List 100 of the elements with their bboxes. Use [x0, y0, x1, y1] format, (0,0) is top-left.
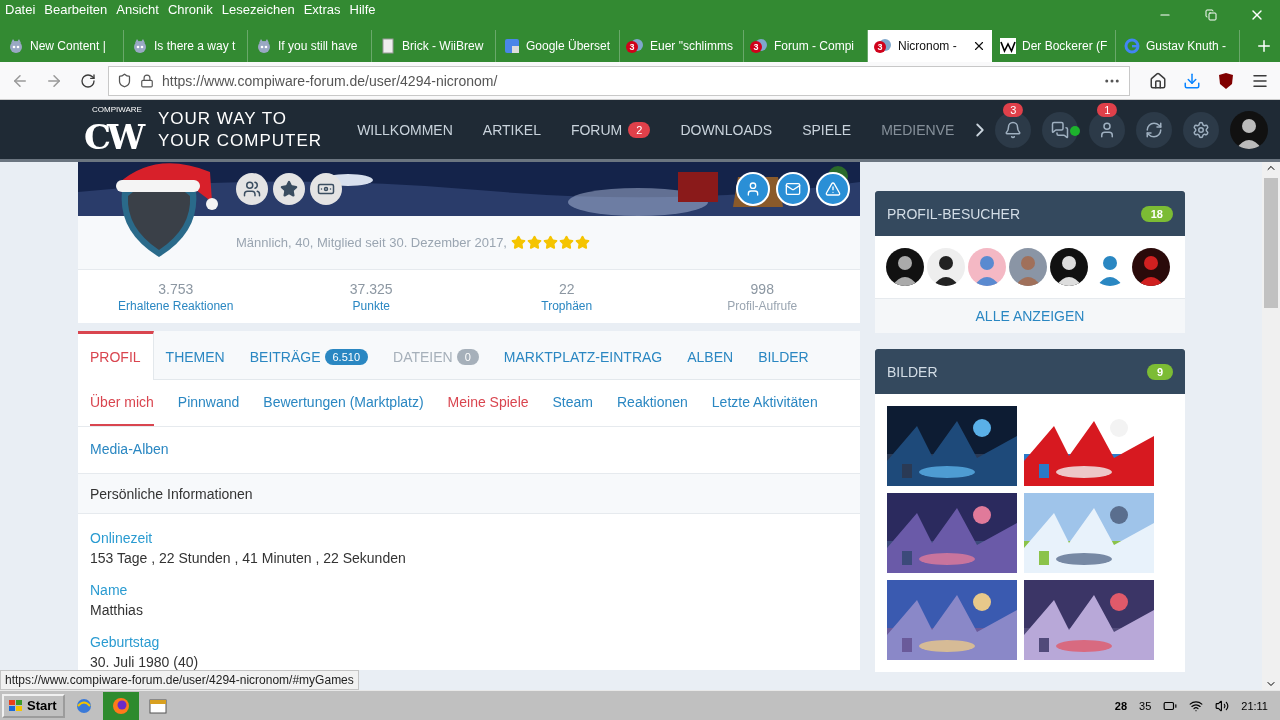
close-icon[interactable]: [972, 39, 986, 53]
nav-link[interactable]: MEDIENVE: [866, 121, 970, 138]
lock-icon: [140, 73, 154, 88]
nav-link[interactable]: SPIELE: [787, 121, 867, 138]
scrollbar-thumb[interactable]: [1264, 178, 1278, 308]
field-value: 30. Juli 1980 (40): [90, 654, 200, 670]
sub-tab[interactable]: Reaktionen: [617, 380, 688, 426]
sub-tab[interactable]: Bewertungen (Marktplatz): [263, 380, 424, 426]
url-text: https://www.compiware-forum.de/user/4294-nicronom/: [162, 72, 498, 89]
tagline: YOUR WAY TO: [158, 107, 289, 130]
wikipedia-icon: [1000, 38, 1016, 54]
refresh-button[interactable]: [1136, 111, 1173, 148]
star-icon: [511, 235, 526, 250]
sub-tab[interactable]: Letzte Aktivitäten: [711, 380, 818, 426]
settings-icon: [1192, 120, 1211, 139]
tab-badge: 3: [874, 41, 886, 53]
sub-tab[interactable]: Meine Spiele: [447, 380, 529, 426]
profile-tab[interactable]: ALBEN: [675, 331, 747, 379]
stat-value: 22: [558, 280, 575, 297]
avatar: [1132, 248, 1170, 286]
menu-item[interactable]: Chronik: [162, 0, 217, 17]
profile-tab[interactable]: THEMEN: [153, 331, 238, 379]
volume-icon: [1215, 698, 1230, 713]
tab-badge: 3: [626, 41, 638, 53]
avatar[interactable]: [1230, 110, 1269, 149]
download-icon: [1183, 71, 1201, 90]
user-icon: [745, 181, 761, 197]
bell-icon: [1004, 120, 1023, 139]
field-value: Matthias: [90, 602, 144, 618]
stat-value: 37.325: [349, 280, 393, 297]
windows-icon: [8, 698, 24, 713]
nav-link[interactable]: FORUM 2: [555, 121, 666, 138]
sub-tab[interactable]: Pinnwand: [177, 380, 240, 426]
tab-title: Gustav Knuth -: [1146, 39, 1228, 53]
status-url: https://www.compiware-forum.de/user/4294-nicronom/#myGames: [0, 670, 359, 690]
profile-tab[interactable]: MARKTPLATZ-EINTRAG: [491, 331, 676, 379]
refresh-icon: [1145, 120, 1164, 139]
menu-item[interactable]: Lesezeichen: [216, 0, 299, 17]
stat-link[interactable]: Trophäen: [541, 298, 593, 313]
tab-title: Euer "schlimms: [650, 39, 734, 53]
field-label: Onlinezeit: [90, 530, 154, 546]
tray-text: 35: [1139, 699, 1152, 712]
section-title: Persönliche Informationen: [78, 474, 860, 514]
count-badge: 18: [1140, 205, 1173, 222]
tagline: YOUR COMPUTER: [158, 129, 323, 152]
star-icon: [280, 180, 298, 198]
browser-tab[interactable]: 3 Nicronom -: [868, 30, 992, 62]
nav-link[interactable]: ARTIKEL: [467, 121, 556, 138]
avatar: [1050, 248, 1088, 286]
star-icon: [527, 235, 542, 250]
shield-icon: [117, 73, 132, 88]
sub-tab[interactable]: Steam: [552, 380, 593, 426]
member-info: Männlich, 40, Mitglied seit 30. Dezember 2017,: [236, 235, 507, 250]
chat-button[interactable]: [1042, 111, 1079, 148]
tab-title: Brick - WiiBrew: [402, 39, 485, 53]
scrollbar[interactable]: [1262, 162, 1280, 690]
count-badge: 2: [628, 121, 651, 138]
warning-icon: [825, 181, 841, 197]
menu-item[interactable]: Extras: [298, 0, 345, 17]
shield-icon: [1218, 71, 1234, 90]
reload-icon: [80, 72, 96, 89]
avatar: [927, 248, 965, 286]
tray-text: 28: [1114, 699, 1128, 712]
sub-tab[interactable]: Media-Alben: [90, 427, 169, 473]
menu-item[interactable]: Ansicht: [111, 0, 163, 17]
cat-icon: [132, 38, 148, 54]
tab-title: Is there a way t: [154, 39, 237, 53]
menu-item[interactable]: Bearbeiten: [39, 0, 112, 17]
tab-title: Nicronom -: [898, 39, 958, 53]
count-badge: 9: [1146, 363, 1173, 380]
avatar: [1009, 248, 1047, 286]
google-icon: [1124, 38, 1140, 54]
logo-caption: COMPIWARE: [92, 104, 142, 114]
tab-title: Google Überset: [526, 39, 612, 53]
avatar: [886, 248, 924, 286]
nav-link[interactable]: WILLKOMMEN: [342, 121, 468, 138]
nav-link[interactable]: DOWNLOADS: [665, 121, 788, 138]
profile-tab[interactable]: BEITRÄGE 6.510: [237, 331, 382, 379]
translate-icon: [504, 38, 520, 54]
panel-title: PROFIL-BESUCHER: [887, 205, 1021, 222]
wifi-icon: [1189, 698, 1204, 713]
sub-tab[interactable]: Über mich: [90, 380, 154, 426]
show-all-link[interactable]: ALLE ANZEIGEN: [875, 298, 1185, 333]
restore-icon: [1205, 9, 1217, 21]
menu-item[interactable]: Hilfe: [344, 0, 380, 17]
stat-link[interactable]: Punkte: [352, 298, 390, 313]
stat-link[interactable]: Erhaltene Reaktionen: [118, 298, 234, 313]
page-icon: [380, 38, 396, 54]
star-icon: [559, 235, 574, 250]
tab-badge: 3: [750, 41, 762, 53]
start-button[interactable]: Start: [2, 693, 65, 718]
chat-icon: [1051, 120, 1070, 139]
field-label: Geburtstag: [90, 634, 161, 650]
menu-item[interactable]: Datei: [0, 0, 40, 17]
address-field[interactable]: https://www.compiware-forum.de/user/4294-nicronom/: [108, 65, 1130, 96]
settings-button[interactable]: [1183, 111, 1220, 148]
logo: CW: [84, 118, 142, 155]
profile-tab[interactable]: BILDER: [746, 331, 822, 379]
avatar: [968, 248, 1006, 286]
profile-tab[interactable]: PROFIL: [78, 331, 154, 380]
